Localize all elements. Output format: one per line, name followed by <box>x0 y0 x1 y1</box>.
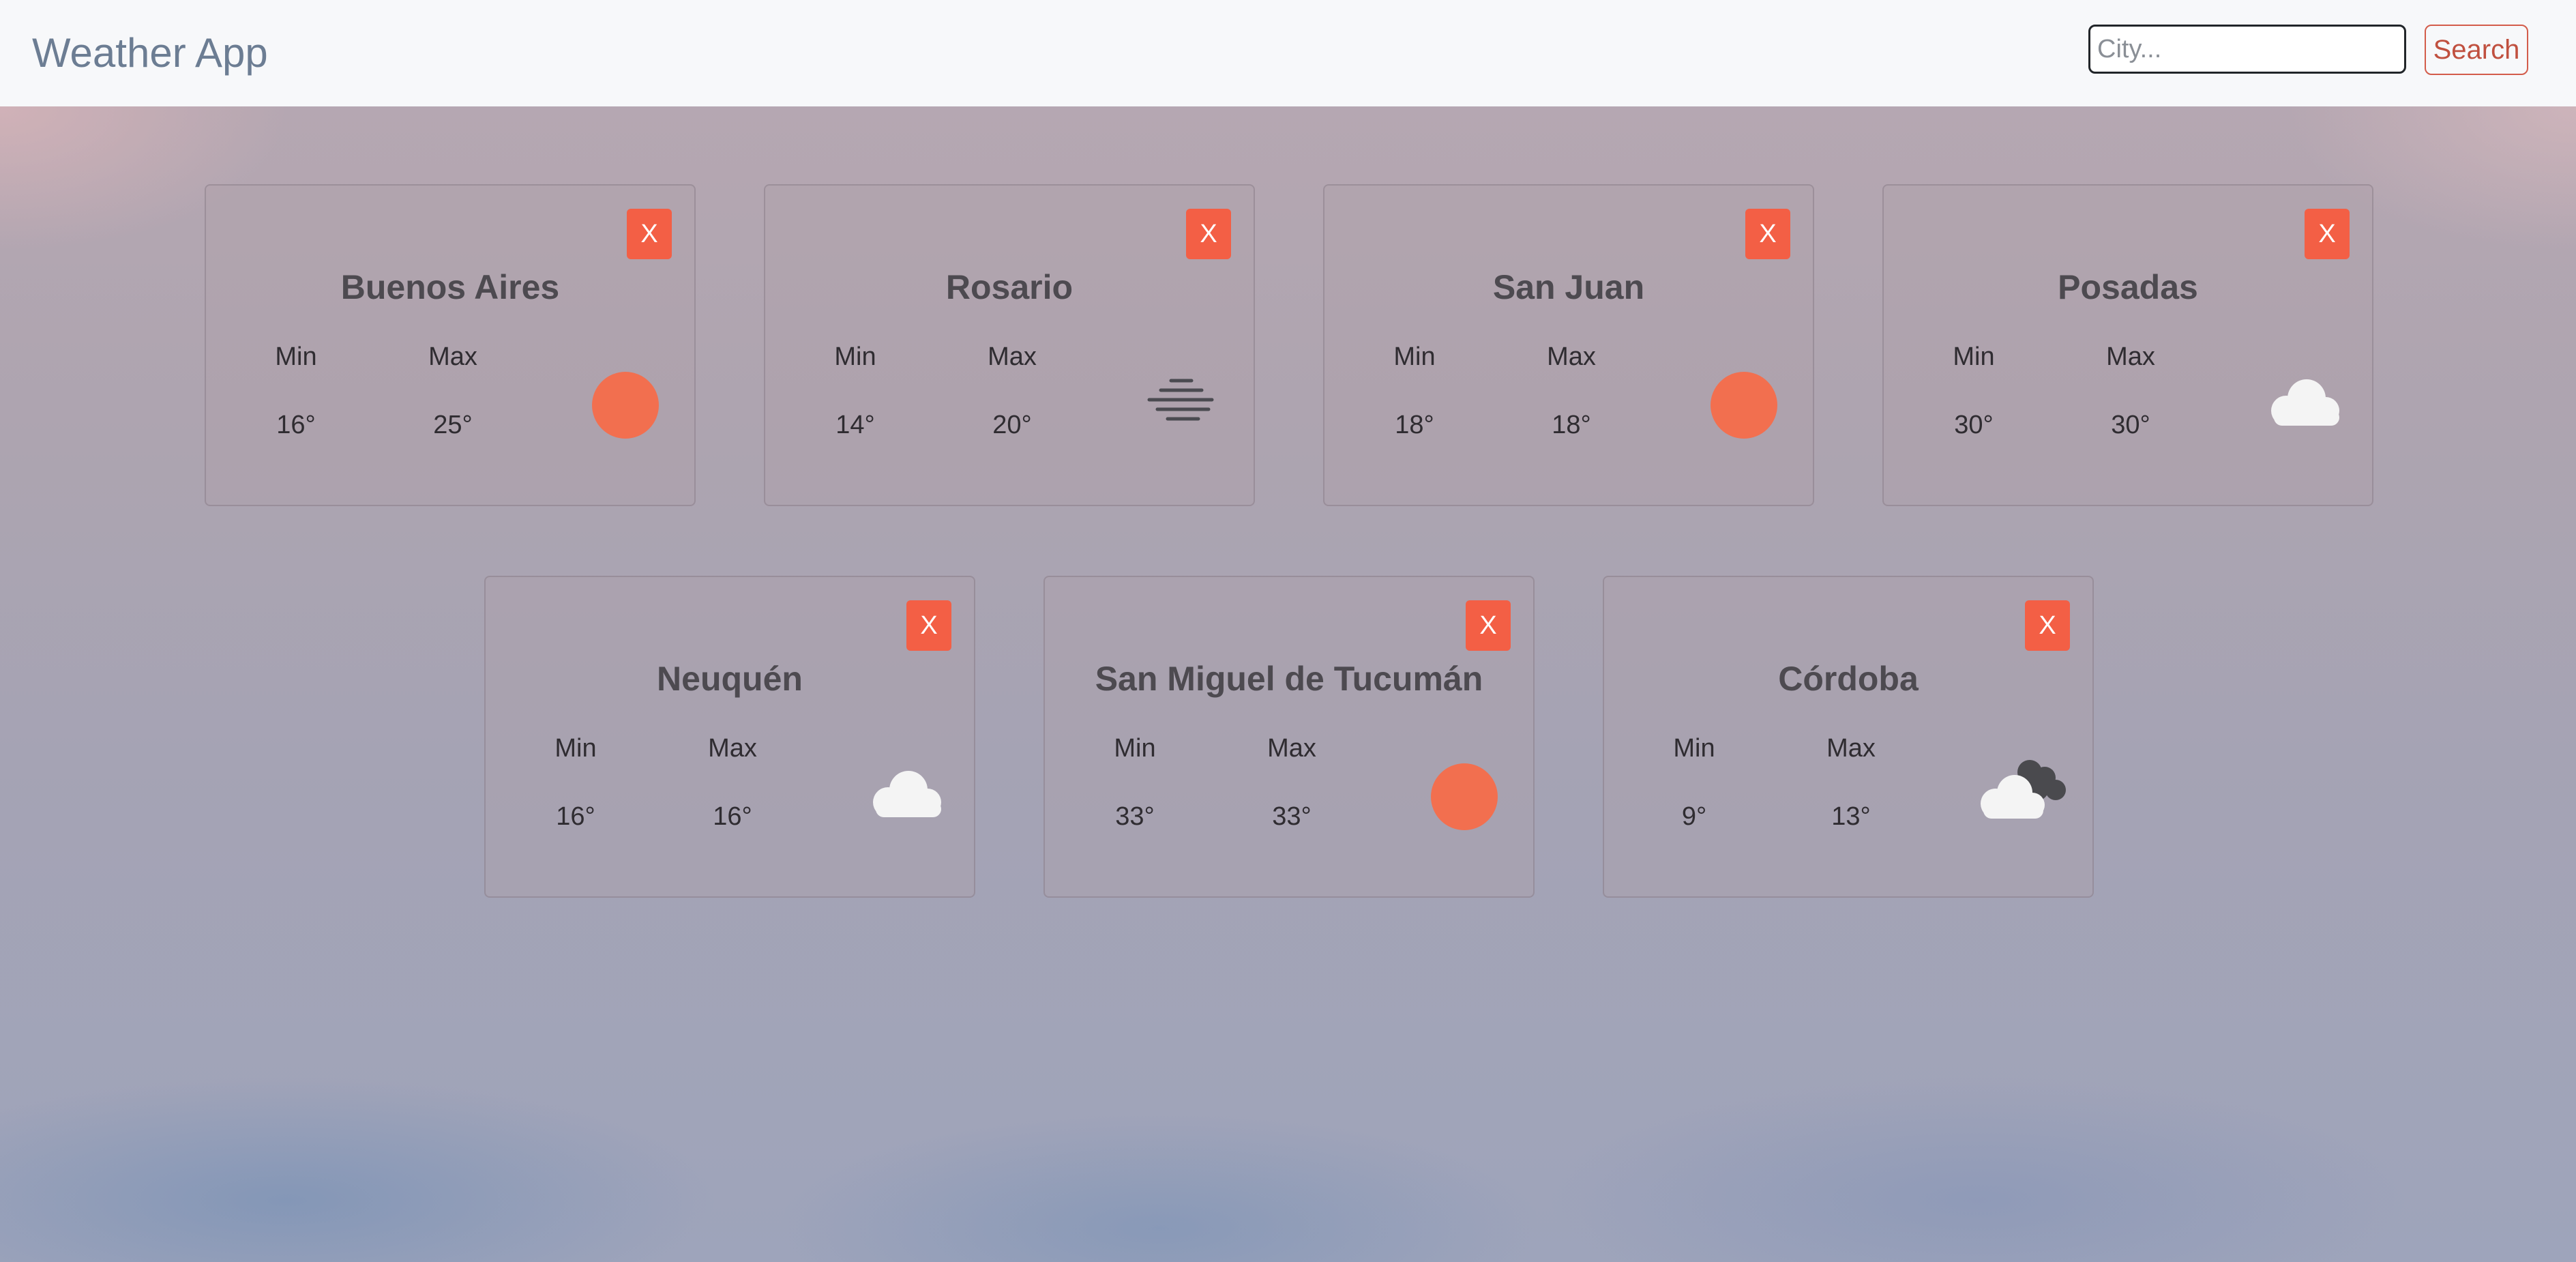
cloud-icon <box>2271 379 2339 426</box>
max-temp: 30° <box>2111 411 2150 439</box>
remove-card-button[interactable]: X <box>627 209 672 259</box>
min-temp: 9° <box>1681 802 1707 831</box>
min-label: Min <box>554 734 597 763</box>
max-temp: 16° <box>713 802 752 831</box>
min-temp: 30° <box>1954 411 1994 439</box>
max-label: Max <box>1267 734 1316 763</box>
city-name: Rosario <box>945 268 1074 306</box>
navbar: Weather App Search <box>0 0 2576 106</box>
remove-card-button[interactable]: X <box>906 600 951 651</box>
min-label: Min <box>1673 734 1715 763</box>
max-temp: 18° <box>1552 411 1591 439</box>
min-temp: 18° <box>1395 411 1434 439</box>
max-label: Max <box>1547 342 1596 371</box>
min-temp: 16° <box>276 411 316 439</box>
weather-card-posadas: X Posadas Min Max 30° 30° <box>1882 184 2373 506</box>
max-temp: 20° <box>992 411 1032 439</box>
fog-icon <box>1147 379 1214 421</box>
sun-icon <box>1711 372 1777 439</box>
city-name: San Juan <box>1492 268 1645 306</box>
dark-cloud-icon <box>1981 760 2066 819</box>
remove-card-button[interactable]: X <box>2305 209 2350 259</box>
max-label: Max <box>988 342 1037 371</box>
city-name: Córdoba <box>1778 660 1919 698</box>
min-label: Min <box>1953 342 1995 371</box>
city-name: Buenos Aires <box>340 268 560 306</box>
weather-card-san-miguel-de-tucuman: X San Miguel de Tucumán Min Max 33° 33° <box>1043 576 1535 898</box>
max-label: Max <box>708 734 757 763</box>
weather-card-cordoba: X Córdoba Min Max 9° 13° <box>1603 576 2094 898</box>
min-label: Min <box>1393 342 1436 371</box>
min-temp: 33° <box>1115 802 1155 831</box>
min-label: Min <box>1114 734 1156 763</box>
city-name: Posadas <box>2058 268 2198 306</box>
max-label: Max <box>428 342 477 371</box>
remove-card-button[interactable]: X <box>1466 600 1511 651</box>
weather-card-san-juan: X San Juan Min Max 18° 18° <box>1323 184 1814 506</box>
remove-card-button[interactable]: X <box>1186 209 1231 259</box>
sun-icon <box>1431 763 1498 830</box>
min-label: Min <box>834 342 876 371</box>
max-temp: 25° <box>433 411 473 439</box>
max-label: Max <box>1826 734 1876 763</box>
max-temp: 33° <box>1272 802 1312 831</box>
search-button[interactable]: Search <box>2425 25 2528 75</box>
min-temp: 16° <box>556 802 595 831</box>
city-name: San Miguel de Tucumán <box>1095 660 1483 698</box>
cloud-icon <box>873 771 941 817</box>
max-temp: 13° <box>1831 802 1871 831</box>
min-temp: 14° <box>835 411 875 439</box>
city-name: Neuquén <box>657 660 803 698</box>
max-label: Max <box>2106 342 2155 371</box>
weather-card-buenos-aires: X Buenos Aires Min Max 16° 25° <box>205 184 696 506</box>
min-label: Min <box>275 342 317 371</box>
city-search-input[interactable] <box>2088 25 2406 74</box>
app-title[interactable]: Weather App <box>32 26 268 80</box>
remove-card-button[interactable]: X <box>2025 600 2070 651</box>
weather-card-neuquen: X Neuquén Min Max 16° 16° <box>484 576 975 898</box>
sun-icon <box>592 372 659 439</box>
weather-card-rosario: X Rosario Min Max 14° 20° <box>764 184 1255 506</box>
remove-card-button[interactable]: X <box>1745 209 1790 259</box>
